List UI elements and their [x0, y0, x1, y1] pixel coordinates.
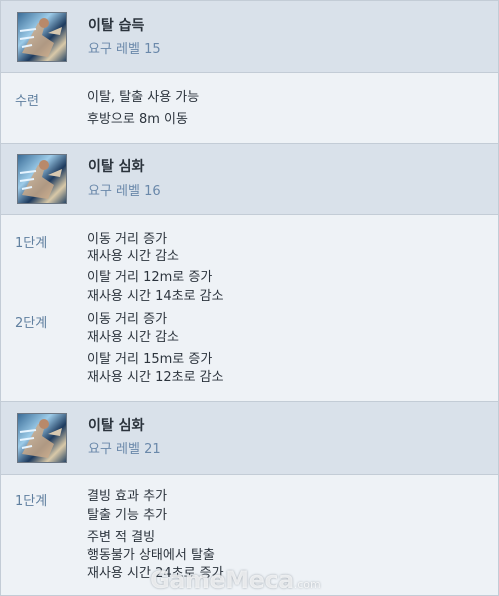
effect-line: 결빙 효과 추가: [87, 489, 168, 504]
skill-header: 이탈 심화 요구 레벨 21: [1, 401, 498, 475]
skill-header: 이탈 습득 요구 레벨 15: [1, 1, 498, 73]
effect-line: 행동불가 상태에서 탈출: [87, 548, 215, 563]
effect-line: 재사용 시간 14초로 감소: [87, 289, 224, 304]
effect-line: 후방으로 8m 이동: [87, 112, 188, 127]
effect-line: 재사용 시간 감소: [87, 249, 179, 264]
effect-line: 이탈 거리 12m로 증가: [87, 270, 213, 285]
stage-label: 수련: [15, 94, 39, 109]
effect-line: 이탈, 탈출 사용 가능: [87, 90, 200, 105]
stage-label: 2단계: [15, 316, 48, 331]
runner-skill-icon: [17, 413, 67, 463]
skill-detail-section: 1단계 이동 거리 증가 재사용 시간 감소 이탈 거리 12m로 증가 재사용…: [1, 215, 498, 399]
skill-tree-panel: 이탈 습득 요구 레벨 15 수련 이탈, 탈출 사용 가능 후방으로 8m 이…: [0, 0, 499, 596]
runner-skill-icon: [17, 154, 67, 204]
skill-title: 이탈 습득: [88, 18, 145, 34]
effect-line: 탈출 기능 추가: [87, 508, 168, 523]
skill-required-level: 요구 레벨 15: [88, 42, 161, 57]
effect-line: 이탈 거리 15m로 증가: [87, 352, 213, 367]
effect-line: 재사용 시간 감소: [87, 330, 179, 345]
skill-required-level: 요구 레벨 21: [88, 442, 161, 457]
skill-title: 이탈 심화: [88, 418, 145, 434]
skill-required-level: 요구 레벨 16: [88, 184, 161, 199]
watermark-text: GameMeca: [150, 566, 294, 594]
effect-line: 이동 거리 증가: [87, 232, 168, 247]
skill-detail-section: 수련 이탈, 탈출 사용 가능 후방으로 8m 이동: [1, 73, 498, 143]
stage-label: 1단계: [15, 494, 48, 509]
effect-line: 이동 거리 증가: [87, 312, 168, 327]
effect-line: 주변 적 결빙: [87, 530, 156, 545]
effect-line: 재사용 시간 12초로 감소: [87, 370, 224, 385]
runner-skill-icon: [17, 12, 67, 62]
gamemeca-watermark: GameMeca.com: [150, 566, 350, 594]
stage-label: 1단계: [15, 236, 48, 251]
skill-header: 이탈 심화 요구 레벨 16: [1, 143, 498, 215]
skill-title: 이탈 심화: [88, 159, 145, 175]
watermark-suffix: .com: [293, 578, 321, 591]
